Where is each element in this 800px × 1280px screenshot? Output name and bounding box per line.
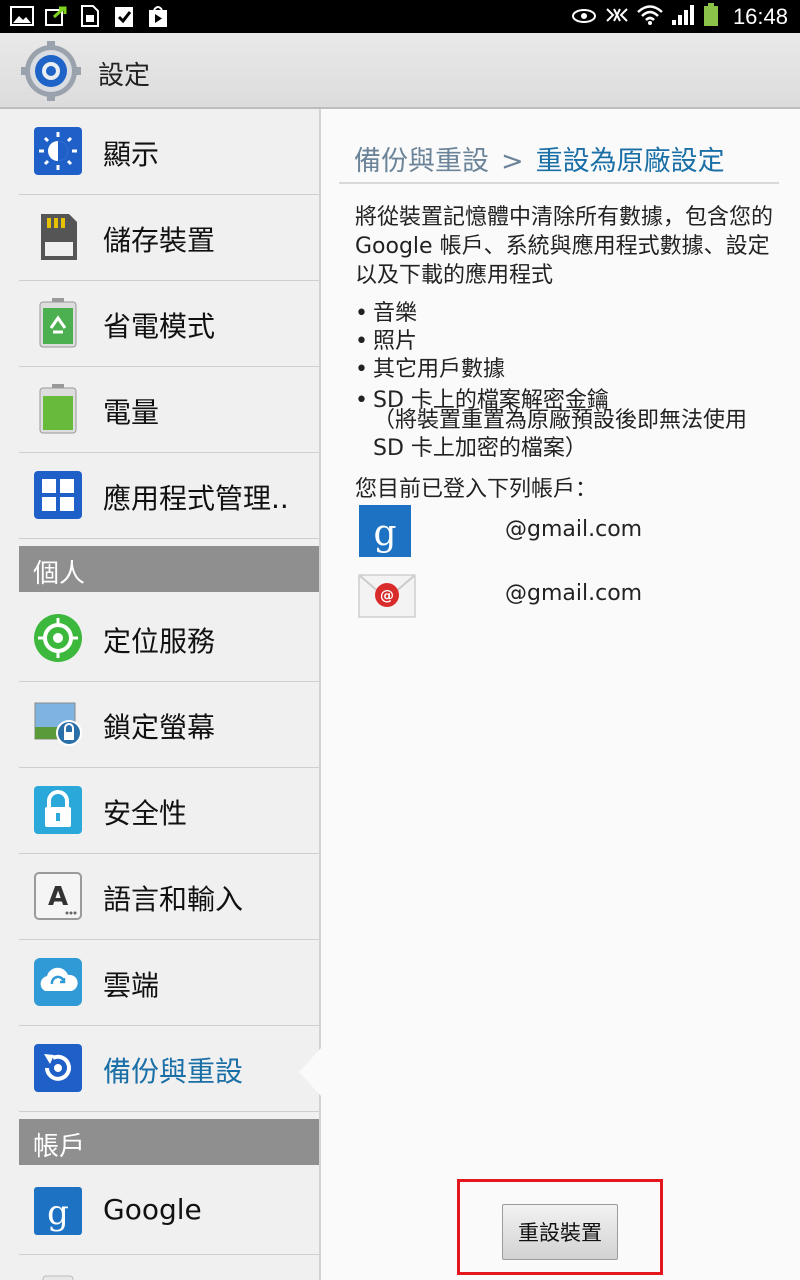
svg-text:g: g [373, 513, 396, 554]
location-target-icon [33, 613, 83, 663]
sidebar-item-label: 省電模式 [103, 310, 216, 343]
sidebar-item-label: 顯示 [103, 138, 160, 171]
power-saving-battery-icon [33, 298, 83, 348]
sidebar-item-label: 電量 [103, 396, 160, 429]
signal-icon [671, 4, 695, 30]
sidebar-item-google[interactable]: g Google [19, 1169, 319, 1255]
svg-text:@: @ [380, 588, 394, 604]
wifi-icon [637, 4, 663, 30]
sd-card-icon [33, 212, 83, 262]
sidebar-item-power-saving[interactable]: 省電模式 [19, 281, 319, 367]
bullet-mark: • [355, 388, 368, 413]
play-store-icon [146, 4, 170, 28]
breadcrumb-divider [339, 182, 779, 184]
battery-icon [33, 384, 83, 434]
partial-item-icon [33, 1272, 83, 1280]
sidebar-item-partial[interactable] [19, 1255, 319, 1280]
sidebar-item-lock-screen[interactable]: 鎖定螢幕 [19, 682, 319, 768]
sidebar-item-label: 語言和輸入 [103, 883, 244, 916]
reset-description: 將從裝置記憶體中清除所有數據，包含您的 Google 帳戶、系統與應用程式數據、… [355, 205, 774, 288]
settings-gear-icon[interactable] [20, 40, 82, 102]
account-email: @gmail.com [505, 581, 643, 606]
page-title: 設定 [98, 61, 151, 91]
section-header-personal: 個人 [19, 546, 319, 592]
sidebar-item-label: 安全性 [103, 797, 188, 830]
section-label: 個人 [33, 559, 86, 589]
selection-pointer [299, 1048, 321, 1096]
padlock-icon [33, 785, 83, 835]
sidebar-item-backup-reset[interactable]: 備份與重設 [19, 1026, 319, 1112]
image-notification-icon [10, 4, 34, 28]
sidebar-item-label: Google [103, 1193, 202, 1226]
sidebar-item-cloud[interactable]: 雲端 [19, 940, 319, 1026]
reset-device-button[interactable]: 重設裝置 [502, 1204, 618, 1260]
action-bar: 設定 [0, 33, 800, 109]
google-account-icon: g [357, 503, 413, 559]
clock: 16:48 [732, 4, 788, 29]
accounts-heading: 您目前已登入下列帳戶： [355, 477, 598, 502]
account-email: @gmail.com [505, 517, 643, 542]
sidebar-item-label: 儲存裝置 [103, 224, 216, 257]
breadcrumb-parent[interactable]: 備份與重設 [354, 146, 489, 177]
sidebar-item-label: 應用程式管理.. [103, 482, 289, 515]
svg-text:A: A [48, 882, 68, 912]
sidebar-item-label: 鎖定螢幕 [103, 711, 216, 744]
app-grid-icon [33, 470, 83, 520]
cloud-sync-icon [33, 957, 83, 1007]
account-row: g @gmail.com [357, 503, 777, 563]
lock-screen-icon [33, 699, 83, 749]
section-header-accounts: 帳戶 [19, 1119, 319, 1165]
sidebar-item-label: 雲端 [103, 969, 160, 1002]
status-bar: 16:48 [0, 0, 800, 33]
sidebar-item-app-manager[interactable]: 應用程式管理.. [19, 453, 319, 539]
sidebar-item-label: 定位服務 [103, 625, 216, 658]
backup-reset-icon [33, 1043, 83, 1093]
clipboard-check-icon [112, 4, 136, 28]
sidebar-item-location[interactable]: 定位服務 [19, 596, 319, 682]
bullet-mark: • [355, 357, 368, 382]
sim-card-icon [78, 4, 102, 28]
email-account-icon: @ [357, 567, 416, 623]
sidebar-item-label: 備份與重設 [103, 1055, 244, 1088]
section-label: 帳戶 [33, 1132, 86, 1162]
bullet-item: • 其它用戶數據 [355, 357, 506, 382]
settings-list: 顯示 儲存裝置 省電模式 電量 應用程式管理.. 個人 定位服務 鎖定螢幕 安全… [0, 109, 320, 1280]
svg-text:g: g [47, 1193, 69, 1233]
nfc-vibrate-icon [605, 5, 629, 29]
breadcrumb: 備份與重設 > 重設為原廠設定 [354, 139, 725, 178]
breadcrumb-separator: > [501, 146, 524, 177]
sidebar-item-display[interactable]: 顯示 [19, 109, 319, 195]
breadcrumb-current: 重設為原廠設定 [535, 146, 725, 177]
account-row: @ @gmail.com [357, 567, 777, 627]
google-icon: g [33, 1186, 83, 1236]
display-icon [33, 126, 83, 176]
sidebar-item-battery[interactable]: 電量 [19, 367, 319, 453]
battery-icon [703, 3, 719, 31]
eye-icon [571, 5, 597, 29]
encryption-note: （將裝置重置為原廠預設後即無法使用 SD 卡上加密的檔案） [373, 408, 748, 461]
detail-pane: 備份與重設 > 重設為原廠設定 將從裝置記憶體中清除所有數據，包含您的 Google… [321, 109, 800, 1280]
sync-notification-icon [44, 4, 68, 28]
keyboard-a-icon: A [33, 871, 83, 921]
sidebar-item-language-input[interactable]: A 語言和輸入 [19, 854, 319, 940]
sidebar-item-storage[interactable]: 儲存裝置 [19, 195, 319, 281]
sidebar-item-security[interactable]: 安全性 [19, 768, 319, 854]
